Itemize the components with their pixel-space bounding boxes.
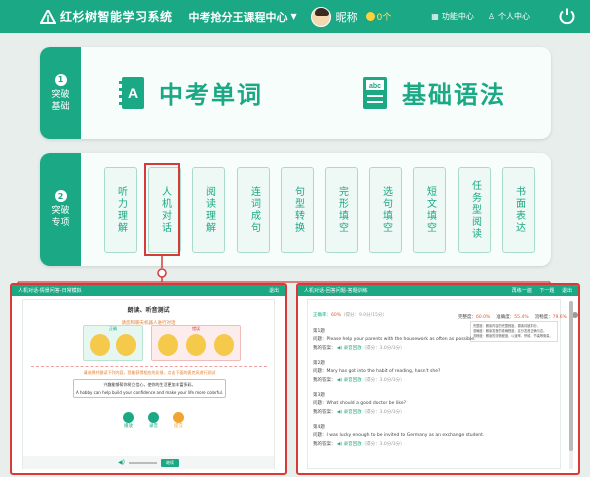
- accuracy-value: 60%: [331, 313, 342, 318]
- correct-group: 正确: [83, 325, 143, 361]
- right-panel-title: 人机对话-回答问题-答题训练: [304, 288, 368, 294]
- headphone-icon: [123, 412, 134, 423]
- score-explanation-popup: 完整度：朗读内容的完整程度，漏读将被扣分。 准确度：朗读发音的准确程度，区分发音…: [470, 321, 558, 342]
- sub-stats: 完整度：60.0% 准确度：55.4% 流畅度：79.6%: [458, 312, 578, 320]
- microphone-icon: [148, 412, 159, 423]
- left-exit-link[interactable]: 退出: [269, 287, 279, 294]
- action-buttons: 播放 录音 提交: [123, 412, 184, 429]
- speaker-icon[interactable]: ◀): [336, 346, 344, 351]
- question-item: 第3题 问题：What should a good doctor be like…: [313, 393, 406, 415]
- sentence-box[interactable]: 兴趣能够帮你树立信心，使你的生活更加丰富多彩。 A hobby can help…: [73, 379, 226, 398]
- robot-avatar: [116, 334, 136, 356]
- divider: [31, 366, 267, 367]
- record-button[interactable]: 录音: [148, 412, 159, 429]
- audio-progress[interactable]: [128, 461, 157, 464]
- right-exit-link[interactable]: 退出: [562, 288, 572, 294]
- question-item: 第2题 问题：Mary has got into the habit of re…: [313, 361, 441, 383]
- speaker-icon[interactable]: ◀): [336, 442, 344, 447]
- sentence-en: A hobby can help build your confidence a…: [75, 390, 224, 395]
- bottom-bar: ◀) 继续: [23, 456, 274, 469]
- robot-avatar: [158, 334, 178, 356]
- scrollbar[interactable]: [569, 301, 573, 469]
- robot-avatar: [90, 334, 110, 356]
- speaker-icon: ◀): [118, 459, 125, 466]
- submit-icon: [173, 412, 184, 423]
- continue-button[interactable]: 继续: [160, 458, 179, 467]
- question-item: 第1题 问题：Please help your parents with the…: [313, 329, 476, 351]
- retry-link[interactable]: 再练一遍: [512, 288, 532, 294]
- play-button[interactable]: 播放: [123, 412, 134, 429]
- score-row: 正确率：60%（得分：9.0分/15分）: [313, 313, 387, 318]
- robot-avatar: [186, 334, 206, 356]
- right-card: 正确率：60%（得分：9.0分/15分） 完整度：60.0% 准确度：55.4% 流…: [307, 299, 578, 469]
- left-card-title: 朗读、听音测试: [127, 307, 170, 314]
- sentence-cn: 兴趣能够帮你树立信心，使你的生活更加丰富多彩。: [103, 382, 196, 387]
- info-icon[interactable]: [572, 312, 578, 318]
- next-link[interactable]: 下一题: [539, 288, 554, 294]
- question-item: 第4题 问题：I was lucky enough to be invited …: [313, 425, 485, 447]
- answer-review-panel: 人机对话-回答问题-答题训练 再练一遍 下一题 退出 正确率：60%（得分：9.…: [296, 283, 580, 475]
- left-card: 朗读、听音测试 请您和聊天机器人进行对话 正确 错误 请选择并跟读下列内容，您能…: [22, 299, 275, 469]
- wrong-group: 错误: [151, 325, 241, 361]
- instruction-text: 请选择并跟读下列内容，您能获得相应的反馈，点击下面的麦克风进行测试: [83, 370, 216, 375]
- left-panel-title: 人机对话-情景问答-日常模拟: [18, 288, 82, 294]
- scrollbar-thumb[interactable]: [569, 301, 573, 451]
- robot-avatar: [214, 334, 234, 356]
- speaker-icon[interactable]: ◀): [336, 410, 344, 415]
- speaker-icon[interactable]: ◀): [336, 378, 344, 383]
- submit-button[interactable]: 提交: [173, 412, 184, 429]
- dialogue-practice-panel: 人机对话-情景问答-日常模拟 退出 朗读、听音测试 请您和聊天机器人进行对话 正…: [10, 283, 287, 475]
